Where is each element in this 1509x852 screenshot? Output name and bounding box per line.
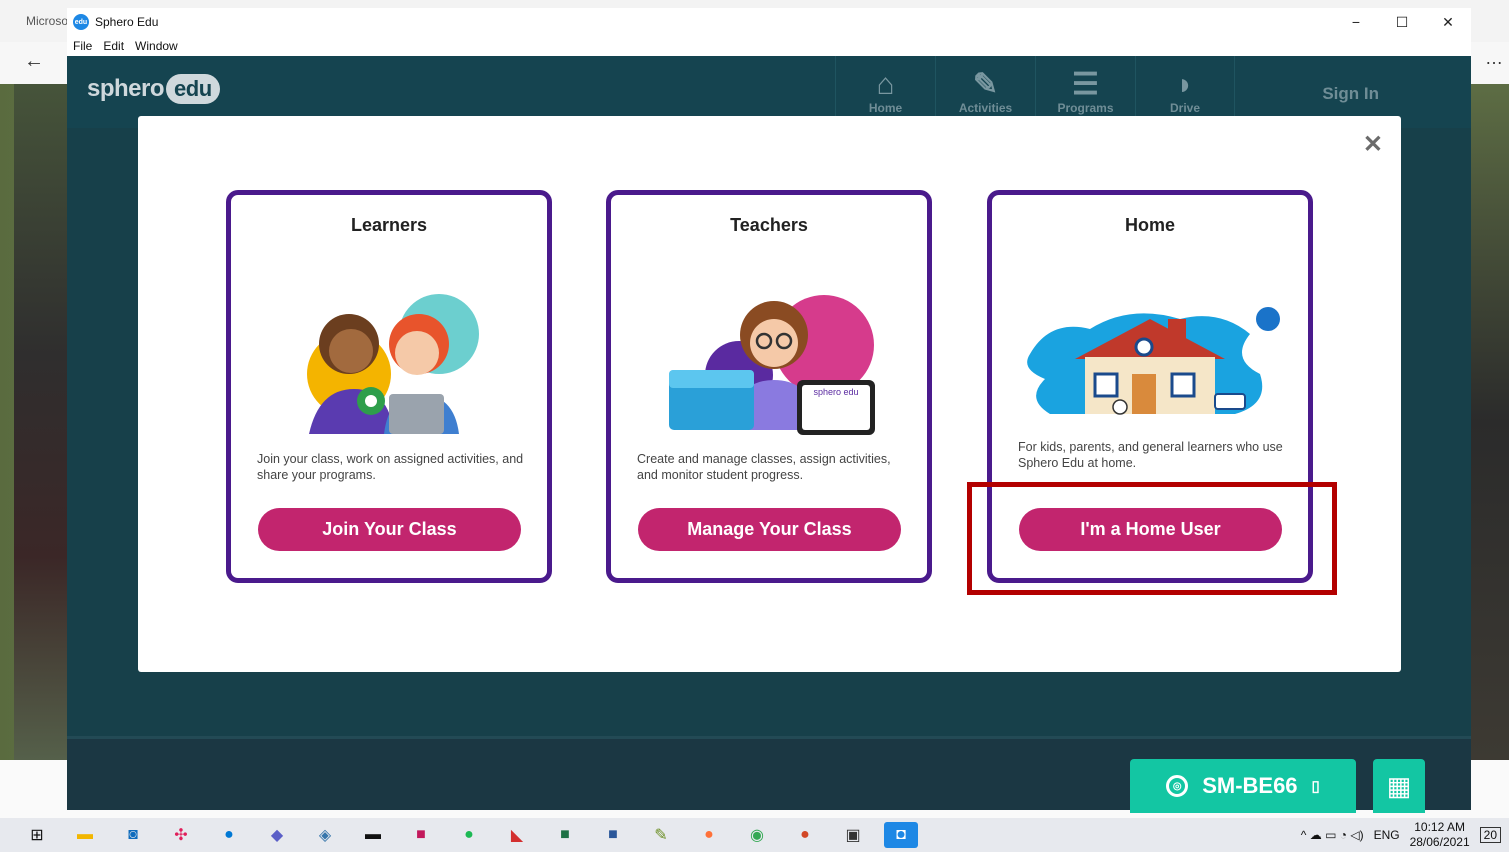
join-your-class-button[interactable]: Join Your Class — [258, 508, 521, 551]
menu-file[interactable]: File — [73, 39, 92, 53]
home-title: Home — [1124, 215, 1175, 235]
terminal-icon[interactable]: ▬ — [356, 822, 390, 848]
titlebar: edu Sphero Edu − ☐ ✕ — [67, 8, 1471, 36]
clock[interactable]: 10:12 AM 28/06/2021 — [1410, 820, 1470, 850]
skype-icon[interactable]: ● — [212, 822, 246, 848]
system-tray: ^ ☁ ▭ ◔ ◁) ENG 10:12 AM 28/06/2021 20 — [1301, 820, 1501, 850]
nav-activities-label: Activities — [958, 101, 1013, 115]
notification-badge[interactable]: 20 — [1479, 827, 1501, 843]
paint-icon[interactable]: ✎ — [644, 822, 678, 848]
highlight-box — [967, 482, 1337, 595]
start-icon[interactable]: ⊞ — [20, 822, 54, 848]
close-modal-button[interactable]: ✕ — [1363, 130, 1383, 159]
app-footer: ◎ SM-BE66 ▯ ▦ — [67, 736, 1471, 813]
home-illustration — [1027, 307, 1280, 415]
teachers-title: Teachers — [730, 215, 808, 235]
qr-code-icon: ▦ — [1386, 770, 1412, 801]
menu-edit[interactable]: Edit — [103, 39, 124, 53]
learners-description: Join your class, work on assigned activi… — [257, 452, 524, 482]
clock-time: 10:12 AM — [1414, 820, 1465, 834]
teachers-card: Teachers sphero edu Create and manage cl… — [606, 190, 932, 583]
outlook-icon[interactable]: ◙ — [116, 822, 150, 848]
powerpoint-icon[interactable]: ● — [788, 822, 822, 848]
teams-icon[interactable]: ◆ — [260, 822, 294, 848]
intellij-icon[interactable]: ■ — [404, 822, 438, 848]
stack-icon: ☰ — [1072, 68, 1099, 101]
pencil-ruler-icon: ✎ — [972, 68, 999, 101]
language-indicator[interactable]: ENG — [1374, 828, 1400, 842]
qr-code-button[interactable]: ▦ — [1373, 759, 1425, 813]
robot-name: SM-BE66 — [1202, 773, 1298, 798]
store-icon[interactable]: ▣ — [836, 822, 870, 848]
teachers-illustration: sphero edu — [669, 295, 875, 435]
word-icon[interactable]: ■ — [596, 822, 630, 848]
file-explorer-icon[interactable]: ▬ — [68, 822, 102, 848]
logo-badge: edu — [166, 74, 220, 104]
window-title: Sphero Edu — [95, 15, 159, 29]
learners-title: Learners — [350, 215, 428, 235]
manage-your-class-button[interactable]: Manage Your Class — [638, 508, 901, 551]
sphero-edu-taskbar-icon[interactable]: ◘ — [884, 822, 918, 848]
home-description: For kids, parents, and general learners … — [1018, 440, 1283, 470]
drive-icon: ◗ — [1175, 68, 1195, 101]
robot-icon: ◎ — [1166, 775, 1189, 797]
learners-card: Learners Join your class, work on assign… — [226, 190, 552, 583]
minimize-button[interactable]: − — [1333, 8, 1379, 36]
maximize-button[interactable]: ☐ — [1379, 8, 1425, 36]
python-icon[interactable]: ◈ — [308, 822, 342, 848]
sphero-app-icon: edu — [73, 14, 89, 30]
more-icon[interactable]: … — [1485, 48, 1503, 69]
house-icon: ⌂ — [876, 68, 895, 101]
firefox-icon[interactable]: ● — [692, 822, 726, 848]
nav-home-label: Home — [868, 101, 903, 115]
nav-programs-label: Programs — [1057, 101, 1114, 115]
back-arrow-icon[interactable]: ← — [24, 50, 44, 73]
sphero-edu-logo: sphero edu — [87, 74, 220, 104]
tablet-logo-text: sphero edu — [813, 387, 858, 397]
taskbar-apps: ⊞ ▬ ◙ ✣ ● ◆ ◈ ▬ ■ ● ◣ ■ ■ ✎ ● ◉ ● ▣ ◘ — [20, 822, 918, 848]
nav-drive-label: Drive — [1169, 101, 1201, 115]
menu-bar: File Edit Window — [67, 36, 1471, 56]
learners-illustration — [307, 294, 479, 434]
chrome-icon[interactable]: ◉ — [740, 822, 774, 848]
teachers-description: Create and manage classes, assign activi… — [637, 452, 891, 482]
menu-window[interactable]: Window — [135, 39, 178, 53]
acrobat-icon[interactable]: ◣ — [500, 822, 534, 848]
background-photo-left — [14, 84, 68, 760]
battery-icon: ▯ — [1311, 778, 1320, 795]
taskbar: ⊞ ▬ ◙ ✣ ● ◆ ◈ ▬ ■ ● ◣ ■ ■ ✎ ● ◉ ● ▣ ◘ ^ … — [0, 818, 1509, 852]
close-window-button[interactable]: ✕ — [1425, 8, 1471, 36]
sign-in-link[interactable]: Sign In — [1322, 84, 1379, 104]
excel-icon[interactable]: ■ — [548, 822, 582, 848]
background-photo-right — [1469, 84, 1509, 760]
window-controls: − ☐ ✕ — [1333, 8, 1471, 36]
background-window-title: Microso — [26, 14, 69, 28]
logo-text: sphero — [87, 75, 165, 102]
spotify-icon[interactable]: ● — [452, 822, 486, 848]
tray-icons[interactable]: ^ ☁ ▭ ◔ ◁) — [1301, 828, 1364, 842]
robot-connection-button[interactable]: ◎ SM-BE66 ▯ — [1130, 759, 1356, 813]
clock-date: 28/06/2021 — [1409, 835, 1470, 849]
slack-icon[interactable]: ✣ — [164, 822, 198, 848]
